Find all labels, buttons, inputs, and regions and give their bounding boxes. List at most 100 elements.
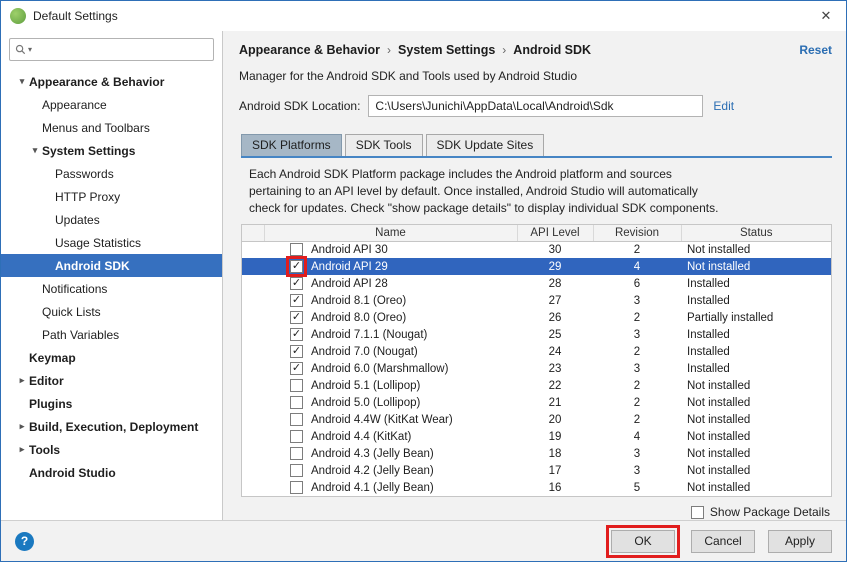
close-icon[interactable]: ✕ xyxy=(806,1,846,31)
column-header-revision[interactable]: Revision xyxy=(593,225,682,242)
show-package-details-checkbox[interactable] xyxy=(690,505,704,519)
checkbox-unchecked-icon[interactable] xyxy=(290,413,303,426)
search-options-caret-icon[interactable]: ▾ xyxy=(28,45,32,54)
table-row-android-4-3-jelly-bean[interactable]: Android 4.3 (Jelly Bean) 18 3 Not installed xyxy=(242,445,831,462)
breadcrumb-appearance-behavior[interactable]: Appearance & Behavior xyxy=(239,43,380,57)
column-header-name[interactable]: Name xyxy=(264,225,518,242)
table-row-android-4-2-jelly-bean[interactable]: Android 4.2 (Jelly Bean) 17 3 Not installed xyxy=(242,462,831,479)
table-row-android-8-0-oreo[interactable]: ✓ Android 8.0 (Oreo) 26 2 Partially installe… xyxy=(242,309,831,326)
status-cell: Not installed xyxy=(687,243,751,256)
package-name-cell: Android 5.0 (Lollipop) xyxy=(264,394,517,411)
column-header-expander xyxy=(242,225,265,242)
checkbox-checked-icon[interactable]: ✓ xyxy=(290,277,303,290)
sidebar-item-notifications[interactable]: Notifications xyxy=(1,277,222,300)
row-expander-cell xyxy=(242,326,264,343)
sidebar-item-usage-statistics[interactable]: Usage Statistics xyxy=(1,231,222,254)
package-name-cell: Android 5.1 (Lollipop) xyxy=(264,377,517,394)
table-row-android-4-4w-kitkat-wear[interactable]: Android 4.4W (KitKat Wear) 20 2 Not install… xyxy=(242,411,831,428)
checkbox-unchecked-icon[interactable] xyxy=(290,481,303,494)
column-header-status[interactable]: Status xyxy=(681,225,831,242)
chevron-right-icon[interactable]: ▸ xyxy=(15,444,29,455)
sidebar-item-updates[interactable]: Updates xyxy=(1,208,222,231)
breadcrumb: Appearance & Behavior › System Settings … xyxy=(239,39,832,61)
status-cell: Installed xyxy=(687,277,730,290)
sidebar-item-path-variables[interactable]: Path Variables xyxy=(1,323,222,346)
checkbox-checked-icon[interactable]: ✓ xyxy=(290,345,303,358)
search-input[interactable] xyxy=(34,42,208,57)
sidebar-item-android-sdk[interactable]: Android SDK xyxy=(1,254,222,277)
sidebar-item-appearance[interactable]: Appearance xyxy=(1,93,222,116)
sidebar-item-label: Keymap xyxy=(29,350,76,365)
checkbox-checked-icon[interactable]: ✓ xyxy=(290,311,303,324)
table-row-android-7-0-nougat[interactable]: ✓ Android 7.0 (Nougat) 24 2 Installed xyxy=(242,343,831,360)
chevron-right-icon[interactable]: ▸ xyxy=(15,421,29,432)
table-row-android-8-1-oreo[interactable]: ✓ Android 8.1 (Oreo) 27 3 Installed xyxy=(242,292,831,309)
table-row-android-api-29[interactable]: ✓ Android API 29 29 4 Not installed xyxy=(242,255,831,277)
settings-search-box[interactable]: ▾ xyxy=(9,38,214,61)
sidebar-item-passwords[interactable]: Passwords xyxy=(1,162,222,185)
sidebar-item-editor[interactable]: ▸ Editor xyxy=(1,369,222,392)
table-row-android-5-1-lollipop[interactable]: Android 5.1 (Lollipop) 22 2 Not installed xyxy=(242,377,831,394)
sdk-location-label: Android SDK Location: xyxy=(239,99,361,113)
checkbox-unchecked-icon[interactable] xyxy=(290,243,303,257)
sidebar-item-appearance-behavior[interactable]: ▾ Appearance & Behavior xyxy=(1,70,222,93)
table-row-android-6-0-marshmallow[interactable]: ✓ Android 6.0 (Marshmallow) 23 3 Installed xyxy=(242,360,831,377)
sidebar-item-quick-lists[interactable]: Quick Lists xyxy=(1,300,222,323)
tab-sdk-tools[interactable]: SDK Tools xyxy=(344,134,423,156)
sidebar-item-label: Menus and Toolbars xyxy=(42,120,150,135)
help-icon[interactable]: ? xyxy=(15,531,34,551)
chevron-down-icon[interactable]: ▾ xyxy=(28,145,42,156)
sidebar-item-http-proxy[interactable]: HTTP Proxy xyxy=(1,185,222,208)
sidebar-item-label: Appearance xyxy=(42,97,107,112)
status-cell: Not installed xyxy=(687,396,751,409)
breadcrumb-system-settings[interactable]: System Settings xyxy=(398,43,495,57)
tab-sdk-update-sites[interactable]: SDK Update Sites xyxy=(425,134,545,156)
checkbox-unchecked-icon[interactable] xyxy=(290,464,303,477)
row-expander-cell xyxy=(242,309,264,326)
table-row-android-4-1-jelly-bean[interactable]: Android 4.1 (Jelly Bean) 16 5 Not installed xyxy=(242,479,831,496)
checkbox-checked-icon[interactable]: ✓ xyxy=(290,362,303,375)
package-name-label: Android API 29 xyxy=(311,260,388,273)
apply-button[interactable]: Apply xyxy=(768,529,832,553)
cancel-button[interactable]: Cancel xyxy=(691,529,755,553)
sidebar-item-android-studio[interactable]: Android Studio xyxy=(1,461,222,484)
reset-link[interactable]: Reset xyxy=(799,43,832,57)
package-name-label: Android API 30 xyxy=(311,243,388,256)
table-row-android-api-28[interactable]: ✓ Android API 28 28 6 Installed xyxy=(242,275,831,292)
api-level-cell: 26 xyxy=(548,311,562,324)
status-cell: Installed xyxy=(687,345,730,358)
platforms-description-line: Each Android SDK Platform package includ… xyxy=(249,167,672,181)
sdk-location-input[interactable] xyxy=(368,95,704,117)
sidebar-item-tools[interactable]: ▸ Tools xyxy=(1,438,222,461)
checkbox-unchecked-icon[interactable] xyxy=(290,396,303,409)
row-expander-cell xyxy=(242,428,264,445)
api-level-cell: 27 xyxy=(548,294,562,307)
sidebar-item-system-settings[interactable]: ▾ System Settings xyxy=(1,139,222,162)
checkbox-unchecked-icon[interactable] xyxy=(290,430,303,443)
sidebar-item-menus-and-toolbars[interactable]: Menus and Toolbars xyxy=(1,116,222,139)
sidebar-item-label: Android Studio xyxy=(29,465,116,480)
checkbox-unchecked-icon[interactable] xyxy=(290,447,303,460)
chevron-down-icon[interactable]: ▾ xyxy=(15,76,29,87)
sidebar-item-keymap[interactable]: Keymap xyxy=(1,346,222,369)
checkbox-checked-icon[interactable]: ✓ xyxy=(290,259,303,273)
row-expander-cell xyxy=(242,258,264,275)
breadcrumb-separator: › xyxy=(387,43,392,57)
checkbox-checked-icon[interactable]: ✓ xyxy=(290,294,303,307)
sidebar-item-build-execution-deployment[interactable]: ▸ Build, Execution, Deployment xyxy=(1,415,222,438)
ok-button[interactable]: OK xyxy=(611,529,675,553)
sidebar-item-plugins[interactable]: Plugins xyxy=(1,392,222,415)
edit-link[interactable]: Edit xyxy=(713,99,734,113)
table-row-android-api-30[interactable]: Android API 30 30 2 Not installed xyxy=(242,241,831,258)
table-row-android-5-0-lollipop[interactable]: Android 5.0 (Lollipop) 21 2 Not installed xyxy=(242,394,831,411)
chevron-right-icon[interactable]: ▸ xyxy=(15,375,29,386)
tab-sdk-platforms[interactable]: SDK Platforms xyxy=(241,134,342,156)
platforms-description-line: pertaining to an API level by default. O… xyxy=(249,184,698,198)
checkbox-checked-icon[interactable]: ✓ xyxy=(290,328,303,341)
column-header-api-level[interactable]: API Level xyxy=(517,225,594,242)
package-name-cell: Android 4.4W (KitKat Wear) xyxy=(264,411,517,428)
titlebar: Default Settings ✕ xyxy=(1,1,846,31)
table-row-android-4-4-kitkat[interactable]: Android 4.4 (KitKat) 19 4 Not installed xyxy=(242,428,831,445)
table-row-android-7-1-1-nougat[interactable]: ✓ Android 7.1.1 (Nougat) 25 3 Installed xyxy=(242,326,831,343)
checkbox-unchecked-icon[interactable] xyxy=(290,379,303,392)
